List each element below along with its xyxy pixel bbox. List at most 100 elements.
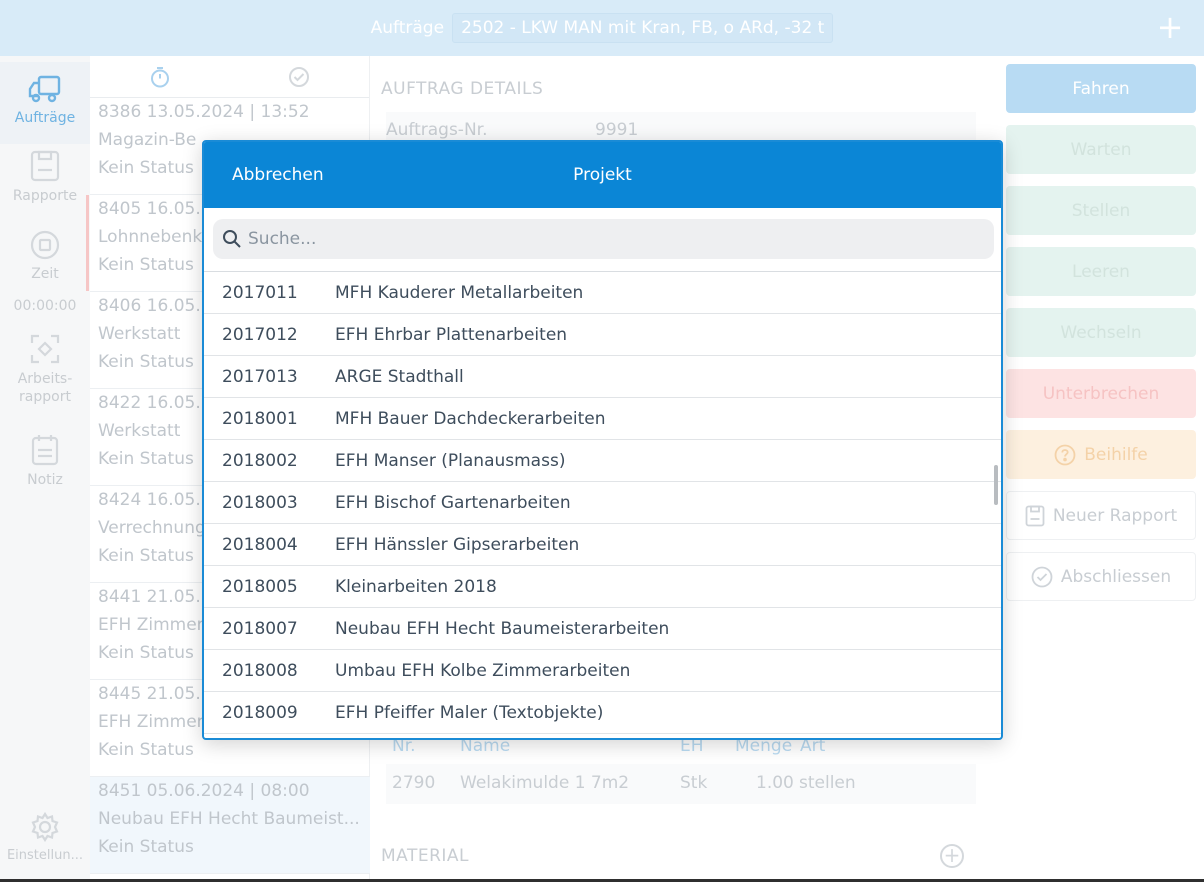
clipboard-icon: [30, 150, 60, 182]
nav-label-rapporte: Rapporte: [12, 188, 78, 204]
list-item-header: 8451 05.06.2024 | 08:00: [98, 781, 310, 801]
project-name: EFH Pfeiffer Maler (Textobjekte): [335, 702, 604, 723]
clipboard-icon: [1025, 505, 1045, 527]
list-item-status: Kein Status: [98, 740, 194, 760]
project-name: EFH Ehrbar Plattenarbeiten: [335, 324, 568, 345]
vehicle-selector[interactable]: 2502 - LKW MAN mit Kran, FB, o ARd, -32 …: [452, 13, 834, 43]
side-nav: Aufträge Rapporte Zeit 00:00:00 Arbeits-…: [0, 56, 90, 882]
list-item[interactable]: 2018005 Kleinarbeiten 2018: [204, 566, 1001, 608]
list-item[interactable]: 2018009 EFH Pfeiffer Maler (Textobjekte): [204, 692, 1001, 734]
truck-icon: [28, 75, 61, 103]
stopwatch-icon: [150, 66, 169, 87]
material-section-title: MATERIAL: [381, 846, 470, 866]
nav-label-einstellungen: Einstellun...: [6, 848, 84, 863]
order-nr-value: 9991: [595, 120, 639, 140]
nav-item-rapporte[interactable]: Rapporte: [0, 150, 90, 220]
nav-item-notiz[interactable]: Notiz: [0, 434, 90, 498]
order-nr-label: Auftrags-Nr.: [386, 120, 488, 140]
search-box[interactable]: [213, 219, 994, 259]
list-item[interactable]: 2018003 EFH Bischof Gartenarbeiten: [204, 482, 1001, 524]
note-icon: [31, 435, 59, 466]
fahren-button[interactable]: Fahren: [1006, 64, 1196, 113]
nav-item-zeit[interactable]: Zeit: [0, 230, 90, 294]
focus-icon: [30, 334, 60, 364]
project-name: Neubau EFH Hecht Baumeisterarbeiten: [335, 618, 670, 639]
search-input[interactable]: [248, 219, 978, 259]
project-name: EFH Manser (Planausmass): [335, 450, 566, 471]
cancel-button[interactable]: Abbrechen: [232, 165, 324, 185]
list-item[interactable]: 2017012 EFH Ehrbar Plattenarbeiten: [204, 314, 1001, 356]
check-circle-icon: [289, 66, 310, 87]
project-name: EFH Bischof Gartenarbeiten: [335, 492, 571, 513]
action-panel: Fahren Warten Stellen Leeren Wechseln Un…: [1000, 56, 1204, 882]
project-nr: 2018009: [222, 702, 298, 723]
list-item[interactable]: 2017011 MFH Kauderer Metallarbeiten: [204, 272, 1001, 314]
list-item[interactable]: 2018001 MFH Bauer Dachdeckerarbeiten: [204, 398, 1001, 440]
project-name: EFH Hänssler Gipserarbeiten: [335, 534, 580, 555]
tab-done[interactable]: [230, 56, 370, 97]
cell-name: Welakimulde 1 7m2: [460, 773, 630, 793]
search-icon: [222, 229, 242, 253]
check-circle-icon: [1031, 566, 1053, 588]
beihilfe-label: Beihilfe: [1084, 444, 1148, 465]
project-nr: 2017011: [222, 282, 298, 303]
nav-label-rapport: rapport: [19, 389, 71, 405]
list-item-marker: [86, 195, 89, 291]
unterbrechen-button[interactable]: Unterbrechen: [1006, 369, 1196, 418]
wechseln-button[interactable]: Wechseln: [1006, 308, 1196, 357]
list-item-selected[interactable]: 8451 05.06.2024 | 08:00 Neubau EFH Hecht…: [90, 777, 370, 874]
add-button[interactable]: +: [1152, 10, 1188, 46]
search-bar: [204, 208, 1001, 272]
project-name: Kleinarbeiten 2018: [335, 576, 497, 597]
list-item[interactable]: 2018007 Neubau EFH Hecht Baumeisterarbei…: [204, 608, 1001, 650]
nav-item-arbeitsrapport[interactable]: Arbeits- rapport: [0, 334, 90, 418]
details-section-title: AUFTRAG DETAILS: [381, 79, 544, 99]
project-picker-modal: Projekt Abbrechen 2017011 MFH Kauderer M…: [202, 140, 1003, 740]
nav-item-auftraege[interactable]: Aufträge: [0, 62, 90, 144]
leeren-button[interactable]: Leeren: [1006, 247, 1196, 296]
project-name: MFH Bauer Dachdeckerarbeiten: [335, 408, 606, 429]
list-item[interactable]: 2018004 EFH Hänssler Gipserarbeiten: [204, 524, 1001, 566]
abschliessen-button[interactable]: Abschliessen: [1006, 552, 1196, 601]
header-title: Aufträge: [370, 18, 445, 38]
modal-header: Projekt Abbrechen: [204, 142, 1001, 208]
help-circle-icon: [1054, 444, 1076, 466]
abschliessen-label: Abschliessen: [1060, 566, 1172, 587]
scrollbar[interactable]: [994, 465, 998, 505]
nav-item-einstellungen[interactable]: Einstellun...: [0, 812, 90, 876]
list-item-title: Neubau EFH Hecht Baumeist...: [98, 809, 360, 829]
project-nr: 2018005: [222, 576, 298, 597]
neuer-rapport-label: Neuer Rapport: [1052, 505, 1178, 526]
add-material-button[interactable]: +: [940, 844, 964, 868]
warten-button[interactable]: Warten: [1006, 125, 1196, 174]
nav-label-arbeits: Arbeits-: [17, 371, 73, 387]
list-item[interactable]: 2017013 ARGE Stadthall: [204, 356, 1001, 398]
gear-icon: [31, 812, 59, 842]
project-name: Umbau EFH Kolbe Zimmerarbeiten: [335, 660, 631, 681]
nav-label-notiz: Notiz: [27, 472, 63, 488]
project-nr: 2017013: [222, 366, 298, 387]
project-nr: 2018007: [222, 618, 298, 639]
cell-menge: 1.00: [756, 773, 794, 793]
stellen-button[interactable]: Stellen: [1006, 186, 1196, 235]
cell-art: stellen: [799, 773, 856, 793]
beihilfe-button[interactable]: Beihilfe: [1006, 430, 1196, 479]
stop-circle-icon: [30, 230, 60, 260]
list-item-header: 8386 13.05.2024 | 13:52: [98, 102, 310, 122]
project-nr: 2017012: [222, 324, 298, 345]
table-row[interactable]: 2790 Welakimulde 1 7m2 Stk 1.00 stellen: [386, 764, 976, 804]
project-nr: 2018004: [222, 534, 298, 555]
neuer-rapport-button[interactable]: Neuer Rapport: [1006, 491, 1196, 540]
project-nr: 2018001: [222, 408, 298, 429]
list-item[interactable]: 2018008 Umbau EFH Kolbe Zimmerarbeiten: [204, 650, 1001, 692]
list-item[interactable]: 2018002 EFH Manser (Planausmass): [204, 440, 1001, 482]
project-nr: 2018003: [222, 492, 298, 513]
cell-eh: Stk: [680, 773, 708, 793]
project-name: MFH Kauderer Metallarbeiten: [335, 282, 584, 303]
nav-time: 00:00:00: [13, 298, 77, 314]
list-tabs: [90, 56, 369, 98]
tab-timer[interactable]: [90, 56, 230, 97]
project-nr: 2018002: [222, 450, 298, 471]
project-nr: 2018008: [222, 660, 298, 681]
nav-label-auftraege: Aufträge: [14, 110, 76, 126]
